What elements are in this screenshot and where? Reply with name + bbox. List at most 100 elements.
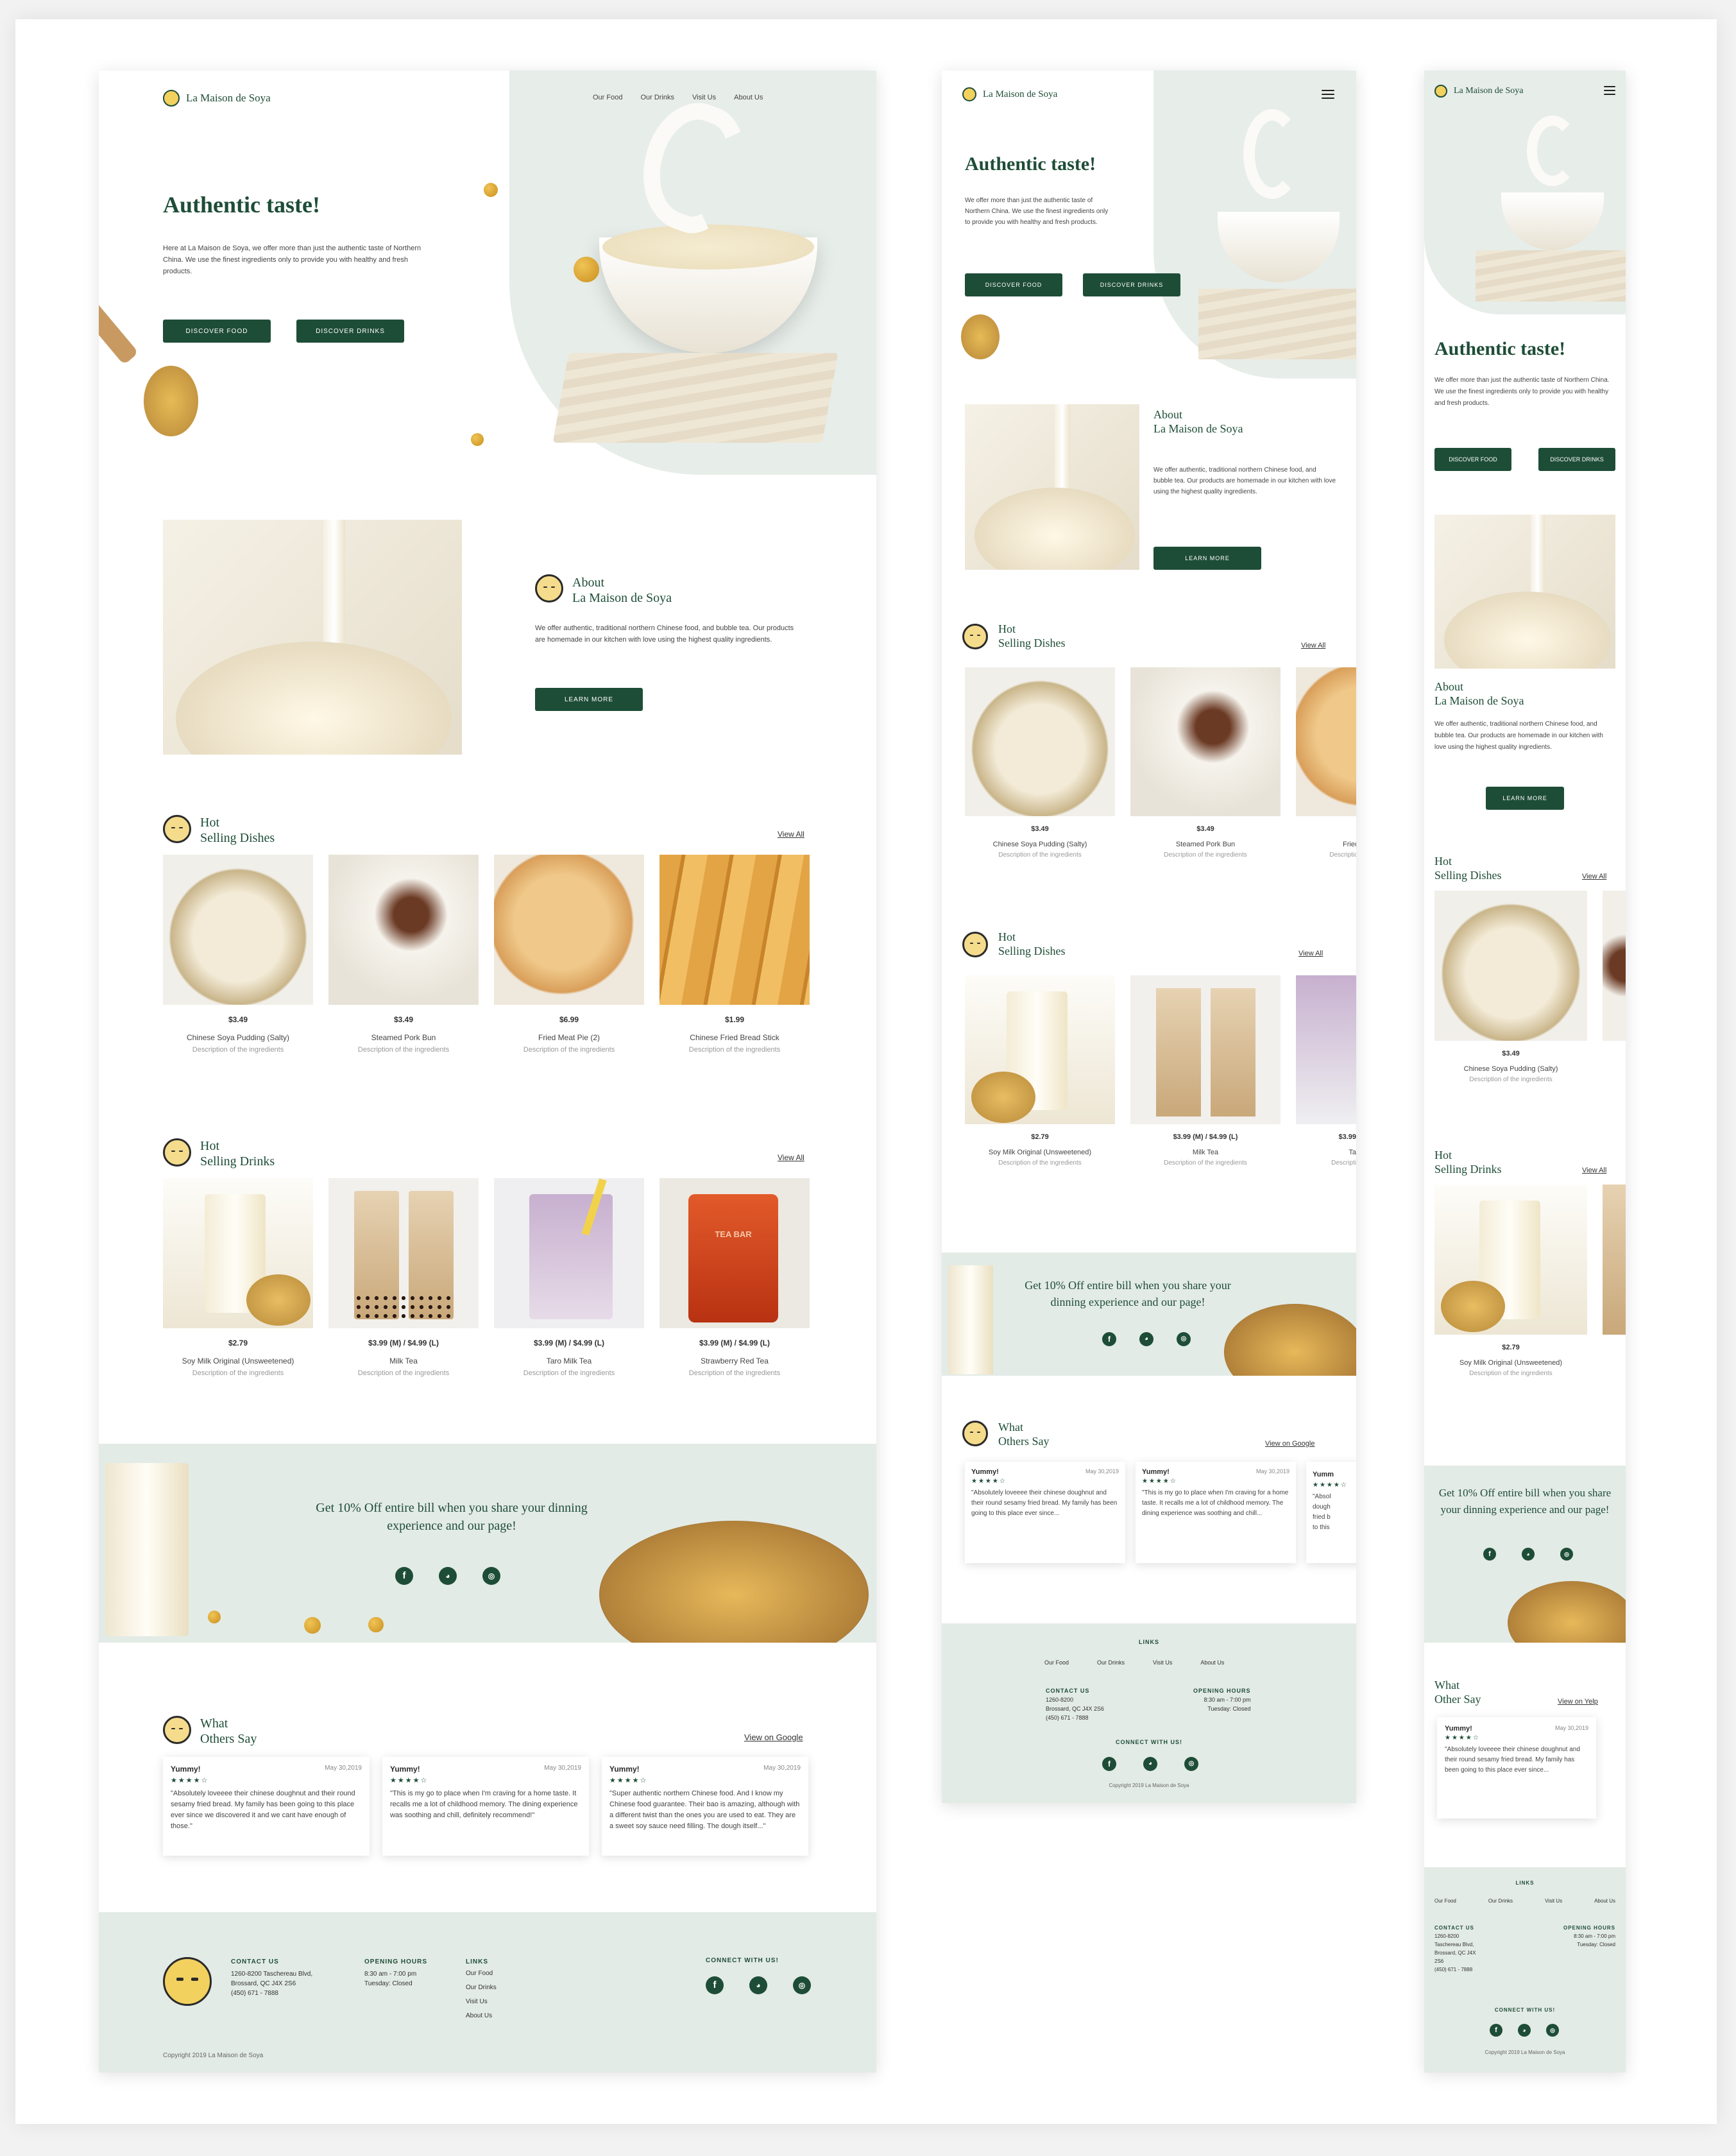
wechat-icon[interactable]: ◕ (1139, 1332, 1153, 1346)
footer-copyright: Copyright 2019 La Maison de Soya (1485, 2049, 1565, 2055)
dish-card[interactable]: $6.99 Fried Meat Pie (2) Description of … (494, 855, 644, 1054)
footer-link-visit-us[interactable]: Visit Us (1545, 1898, 1562, 1904)
view-all-dishes-link[interactable]: View All (778, 830, 804, 839)
learn-more-button[interactable]: LEARN MORE (1486, 787, 1564, 810)
dish-card-partial[interactable] (1603, 891, 1626, 1041)
mascot-face-icon (535, 574, 563, 603)
dish-card[interactable]: $3.49 Chinese Soya Pudding (Salty) Descr… (965, 667, 1115, 859)
footer-link-our-food[interactable]: Our Food (466, 1967, 497, 1981)
star-rating: ★★★★☆ (390, 1777, 429, 1784)
soya-pudding-photo (965, 667, 1115, 816)
dish-card[interactable]: $3.49 Chinese Soya Pudding (Salty) Descr… (1434, 891, 1587, 1083)
footer-link-our-food[interactable]: Our Food (1434, 1898, 1456, 1904)
brand-logo[interactable]: La Maison de Soya (163, 90, 271, 107)
soya-pudding-photo (163, 855, 313, 1005)
footer-link-our-drinks[interactable]: Our Drinks (466, 1981, 497, 1995)
facebook-icon[interactable]: f (1102, 1757, 1116, 1771)
facebook-icon[interactable]: f (1102, 1332, 1116, 1346)
instagram-icon[interactable]: ◎ (793, 1976, 811, 1994)
view-all-drinks-link[interactable]: View All (1582, 1167, 1606, 1174)
discover-food-button[interactable]: DISCOVER FOOD (163, 320, 271, 343)
dish-card-partial[interactable]: $6.99 Fried Meat Pie (2) Description of … (1296, 667, 1356, 859)
hamburger-menu-icon[interactable] (1604, 86, 1615, 95)
instagram-icon[interactable]: ◎ (1177, 1332, 1191, 1346)
review-text: "This is my go to place when I'm craving… (390, 1790, 578, 1819)
mascot-face-icon (962, 1421, 988, 1446)
dish-card[interactable]: $3.49 Steamed Pork Bun Description of th… (328, 855, 479, 1054)
dish-name: Chinese Soya Pudding (Salty) (1463, 1065, 1558, 1073)
dish-card[interactable]: $3.49 Steamed Pork Bun Description of th… (1130, 667, 1281, 859)
instagram-icon[interactable]: ◎ (482, 1567, 500, 1585)
drink-description: Description of the ingredients (1164, 1159, 1247, 1167)
section-heading: Selling Dishes (200, 831, 275, 845)
footer-hours-line: 8:30 am - 7:00 pm (1204, 1697, 1251, 1703)
facebook-icon[interactable]: f (1483, 1548, 1496, 1561)
about-title: About La Maison de Soya (572, 575, 672, 606)
dish-card[interactable]: $1.99 Chinese Fried Bread Stick Descript… (660, 855, 810, 1054)
footer-link-our-drinks[interactable]: Our Drinks (1097, 1659, 1125, 1666)
view-all-dishes-link[interactable]: View All (1301, 642, 1325, 649)
instagram-icon[interactable]: ◎ (1184, 1757, 1198, 1771)
footer-link-about-us[interactable]: About Us (1200, 1659, 1224, 1666)
footer-link-about-us[interactable]: About Us (1594, 1898, 1615, 1904)
footer-hours: OPENING HOURS 8:30 am - 7:00 pm Tuesday:… (1193, 1686, 1251, 1713)
learn-more-button[interactable]: LEARN MORE (1153, 547, 1261, 570)
learn-more-button[interactable]: LEARN MORE (535, 688, 643, 711)
drink-card-partial[interactable]: $3.99 Ta Descripti (1296, 975, 1356, 1167)
view-on-yelp-link[interactable]: View on Yelp (1558, 1698, 1598, 1706)
site-footer: CONTACT US 1260-8200 Taschereau Blvd, Br… (99, 1912, 876, 2073)
review-title: Yummy! (390, 1765, 420, 1774)
drink-card-partial[interactable] (1603, 1185, 1626, 1335)
hot-dishes-title: Hot Selling Dishes (1434, 855, 1502, 882)
hero-description: Here at La Maison de Soya, we offer more… (163, 244, 421, 275)
soy-milk-photo (163, 1178, 313, 1328)
drink-price: $3.99 (1338, 1133, 1356, 1141)
footer-link-visit-us[interactable]: Visit Us (1153, 1659, 1172, 1666)
drink-card[interactable]: $3.99 (M) / $4.99 (L) Milk Tea Descripti… (328, 1178, 479, 1377)
section-heading: Selling Drinks (1434, 1162, 1502, 1176)
drink-card[interactable]: TEA BAR $3.99 (M) / $4.99 (L) Strawberry… (660, 1178, 810, 1377)
instagram-icon[interactable]: ◎ (1560, 1548, 1573, 1561)
footer-hours-label: OPENING HOURS (364, 1958, 428, 1965)
view-all-drinks-link[interactable]: View All (1298, 950, 1323, 957)
dish-price: $3.49 (228, 1015, 248, 1024)
brand-name: La Maison de Soya (1454, 86, 1524, 96)
showcase-canvas: La Maison de Soya Our Food Our Drinks Vi… (15, 19, 1717, 2124)
drink-card[interactable]: $2.79 Soy Milk Original (Unsweetened) De… (1434, 1185, 1587, 1377)
view-on-google-link[interactable]: View on Google (744, 1733, 803, 1742)
footer-link-visit-us[interactable]: Visit Us (466, 1995, 497, 2009)
dish-card[interactable]: $3.49 Chinese Soya Pudding (Salty) Descr… (163, 855, 313, 1054)
footer-link-our-drinks[interactable]: Our Drinks (1488, 1898, 1513, 1904)
view-all-dishes-link[interactable]: View All (1582, 873, 1606, 880)
drink-card[interactable]: $2.79 Soy Milk Original (Unsweetened) De… (163, 1178, 313, 1377)
wechat-icon[interactable]: ◕ (1143, 1757, 1157, 1771)
discover-drinks-button[interactable]: DISCOVER DRINKS (1538, 448, 1615, 471)
footer-link-about-us[interactable]: About Us (466, 2009, 497, 2023)
discover-food-button[interactable]: DISCOVER FOOD (1434, 448, 1511, 471)
discover-drinks-button[interactable]: DISCOVER DRINKS (296, 320, 404, 343)
discover-drinks-button[interactable]: DISCOVER DRINKS (1083, 273, 1180, 296)
footer-copyright: Copyright 2019 La Maison de Soya (163, 2052, 264, 2059)
dish-name: Chinese Soya Pudding (Salty) (992, 841, 1087, 848)
drink-card[interactable]: $2.79 Soy Milk Original (Unsweetened) De… (965, 975, 1115, 1167)
brand-logo[interactable]: La Maison de Soya (1434, 85, 1523, 98)
drink-card[interactable]: $3.99 (M) / $4.99 (L) Milk Tea Descripti… (1130, 975, 1281, 1167)
wechat-icon[interactable]: ◕ (749, 1976, 767, 1994)
facebook-icon[interactable]: f (395, 1567, 413, 1585)
instagram-icon[interactable]: ◎ (1546, 2024, 1559, 2037)
wechat-icon[interactable]: ◕ (1522, 1548, 1535, 1561)
footer-link-our-food[interactable]: Our Food (1044, 1659, 1069, 1666)
view-all-drinks-link[interactable]: View All (778, 1153, 804, 1162)
wechat-icon[interactable]: ◕ (439, 1567, 457, 1585)
site-footer: LINKS Our Food Our Drinks Visit Us About… (942, 1623, 1356, 1803)
facebook-icon[interactable]: f (706, 1976, 724, 1994)
footer-contact: CONTACT US 1260-8200 Taschereau Blvd, Br… (1434, 1924, 1476, 1974)
section-heading: Selling Dishes (1434, 868, 1502, 882)
hero-description: We offer more than just the authentic ta… (965, 197, 1109, 226)
drink-name: Milk Tea (1192, 1149, 1219, 1156)
facebook-icon[interactable]: f (1490, 2024, 1502, 2037)
wechat-icon[interactable]: ◕ (1518, 2024, 1531, 2037)
drink-card[interactable]: $3.99 (M) / $4.99 (L) Taro Milk Tea Desc… (494, 1178, 644, 1377)
brand-logo[interactable]: La Maison de Soya (962, 87, 1057, 101)
view-on-google-link[interactable]: View on Google (1265, 1440, 1315, 1448)
